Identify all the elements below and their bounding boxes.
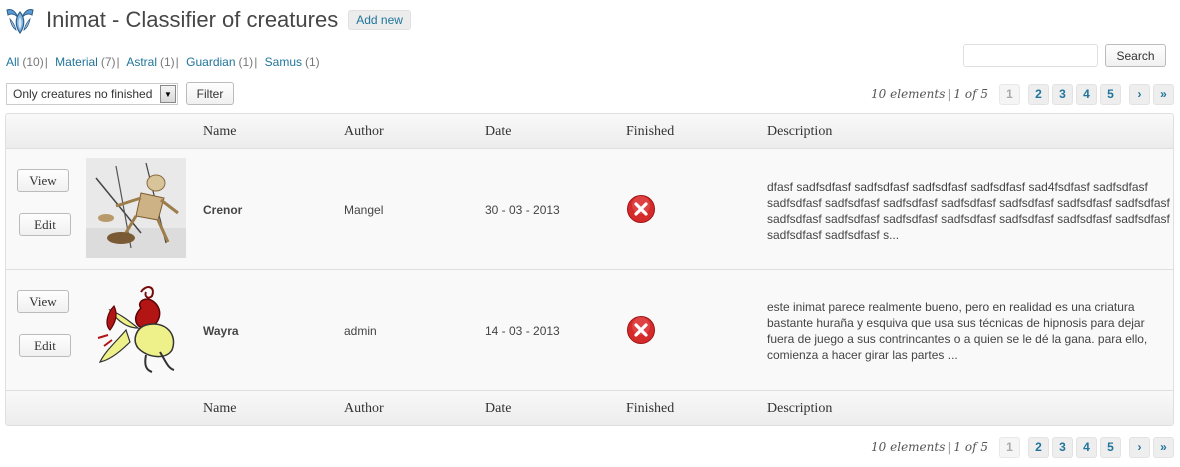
page-of-text: 1 of 5 bbox=[953, 440, 988, 454]
inimat-logo-icon bbox=[6, 9, 34, 35]
filter-separator: | bbox=[44, 55, 48, 69]
filter-samus-count: (1) bbox=[305, 55, 320, 69]
element-count: 10 elements bbox=[871, 440, 946, 454]
filter-guardian-count: (1) bbox=[238, 55, 254, 69]
red-x-circle-icon bbox=[627, 195, 655, 223]
filter-astral-count: (1) bbox=[160, 55, 175, 69]
creature-description: dfasf sadfsdfasf sadfsdfasf sadfsdfasf s… bbox=[767, 180, 1170, 242]
pagination-bottom: 10 elements | 1 of 5 1 2 3 4 5 › » bbox=[871, 436, 1174, 458]
edit-button[interactable]: Edit bbox=[19, 334, 71, 357]
filter-samus-link[interactable]: Samus bbox=[265, 55, 302, 69]
red-x-circle-icon bbox=[627, 316, 655, 344]
creature-date: 30 - 03 - 2013 bbox=[485, 203, 560, 217]
column-footer-finished[interactable]: Finished bbox=[626, 391, 674, 425]
creature-description: este inimat parece realmente bueno, pero… bbox=[767, 300, 1148, 362]
creature-filter-select[interactable]: Only creatures no finished ▼ bbox=[6, 83, 178, 105]
creature-author: admin bbox=[344, 324, 377, 338]
search-input[interactable] bbox=[963, 44, 1098, 67]
column-header-finished[interactable]: Finished bbox=[626, 114, 674, 149]
filter-separator: | bbox=[116, 55, 120, 69]
filter-button[interactable]: Filter bbox=[186, 82, 234, 105]
edit-button[interactable]: Edit bbox=[19, 213, 71, 236]
column-footer-name[interactable]: Name bbox=[203, 391, 236, 425]
element-count: 10 elements bbox=[871, 87, 946, 101]
column-header-name[interactable]: Name bbox=[203, 114, 236, 149]
page-button-4[interactable]: 4 bbox=[1076, 83, 1097, 105]
next-page-button[interactable]: › bbox=[1129, 83, 1150, 105]
page-of-text: 1 of 5 bbox=[953, 87, 988, 101]
column-footer-author[interactable]: Author bbox=[344, 391, 384, 425]
pagination-info: 10 elements | 1 of 5 bbox=[871, 87, 988, 101]
last-page-button[interactable]: » bbox=[1153, 83, 1174, 105]
filter-separator: | bbox=[175, 55, 179, 69]
dropdown-arrow-icon[interactable]: ▼ bbox=[160, 85, 176, 103]
creature-name[interactable]: Wayra bbox=[203, 324, 239, 338]
table-header: Name Author Date Finished Description bbox=[6, 114, 1173, 149]
filter-separator: | bbox=[254, 55, 258, 69]
table-row: View Edit Crenor Mangel 30 - 03 - 2013 d… bbox=[6, 149, 1173, 270]
view-button[interactable]: View bbox=[17, 290, 69, 313]
page-title: Inimat - Classifier of creatures bbox=[46, 7, 339, 32]
column-header-author[interactable]: Author bbox=[344, 114, 384, 149]
page-button-1[interactable]: 1 bbox=[999, 83, 1020, 105]
page-button-4[interactable]: 4 bbox=[1076, 436, 1097, 458]
column-footer-description[interactable]: Description bbox=[767, 391, 832, 425]
search-button[interactable]: Search bbox=[1105, 44, 1166, 67]
page-button-3[interactable]: 3 bbox=[1052, 83, 1073, 105]
view-button[interactable]: View bbox=[17, 169, 69, 192]
filter-all-link[interactable]: All bbox=[6, 55, 19, 69]
select-value: Only creatures no finished bbox=[13, 87, 153, 101]
creature-author: Mangel bbox=[344, 203, 384, 217]
pagination-top: 10 elements | 1 of 5 1 2 3 4 5 › » bbox=[871, 83, 1174, 105]
creature-thumbnail[interactable] bbox=[86, 158, 186, 258]
page-button-5[interactable]: 5 bbox=[1100, 436, 1121, 458]
pagination-info: 10 elements | 1 of 5 bbox=[871, 440, 988, 454]
last-page-button[interactable]: » bbox=[1153, 436, 1174, 458]
creatures-table: Name Author Date Finished Description Vi… bbox=[5, 113, 1174, 426]
next-page-button[interactable]: › bbox=[1129, 436, 1150, 458]
table-row: View Edit Wayra admin 14 - 03 - 2013 est… bbox=[6, 270, 1173, 391]
filter-guardian-link[interactable]: Guardian bbox=[186, 55, 235, 69]
column-header-date[interactable]: Date bbox=[485, 114, 511, 149]
page-button-2[interactable]: 2 bbox=[1028, 436, 1049, 458]
pagination-separator: | bbox=[947, 440, 952, 454]
add-new-button[interactable]: Add new bbox=[348, 10, 411, 30]
creature-name[interactable]: Crenor bbox=[203, 203, 242, 217]
creature-date: 14 - 03 - 2013 bbox=[485, 324, 560, 338]
page-header: Inimat - Classifier of creatures Add new bbox=[4, 4, 411, 36]
table-footer: Name Author Date Finished Description bbox=[6, 390, 1173, 425]
filter-material-count: (7) bbox=[100, 55, 116, 69]
filter-astral-link[interactable]: Astral bbox=[126, 55, 157, 69]
page-button-5[interactable]: 5 bbox=[1100, 83, 1121, 105]
page-button-3[interactable]: 3 bbox=[1052, 436, 1073, 458]
filter-material-link[interactable]: Material bbox=[55, 55, 98, 69]
filter-all-count: (10) bbox=[22, 55, 44, 69]
page-button-2[interactable]: 2 bbox=[1028, 83, 1049, 105]
filter-links: All (10)| Material (7)| Astral (1)| Guardia… bbox=[6, 55, 320, 69]
pagination-separator: | bbox=[947, 87, 952, 101]
column-footer-date[interactable]: Date bbox=[485, 391, 511, 425]
creature-thumbnail[interactable] bbox=[86, 280, 186, 380]
page-button-1[interactable]: 1 bbox=[999, 436, 1020, 458]
column-header-description[interactable]: Description bbox=[767, 114, 832, 149]
